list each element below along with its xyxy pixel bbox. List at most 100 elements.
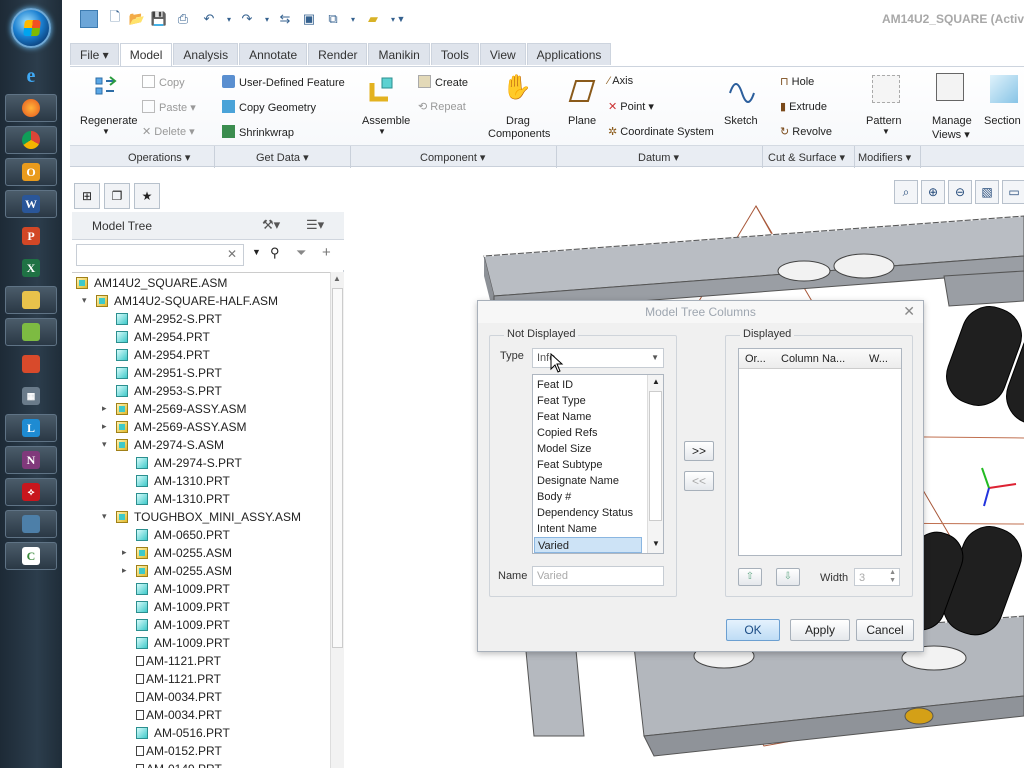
- tree-item[interactable]: ▸ AM-2569-ASSY.ASM: [102, 400, 247, 418]
- tree-item[interactable]: AM-0034.PRT: [136, 688, 222, 706]
- assemble-button[interactable]: Assemble ▼: [356, 71, 412, 141]
- lync-taskbar-icon[interactable]: L: [5, 414, 57, 442]
- name-input[interactable]: Varied: [532, 566, 664, 586]
- tree-settings-icon[interactable]: ⚒▾: [262, 217, 280, 233]
- calculator-taskbar-icon[interactable]: ▦: [5, 382, 57, 410]
- pattern-button[interactable]: Pattern ▼: [866, 71, 910, 141]
- tree-item[interactable]: ▾ AM14U2-SQUARE-HALF.ASM: [82, 292, 278, 310]
- delete-button[interactable]: ✕ Delete ▾: [142, 125, 195, 138]
- expand-arrow-icon[interactable]: ▾: [102, 511, 107, 522]
- group-datum[interactable]: Datum ▾: [638, 151, 679, 164]
- tab-tools[interactable]: Tools: [430, 43, 479, 65]
- onenote-taskbar-icon[interactable]: N: [5, 446, 57, 474]
- section-button[interactable]: Section: [982, 71, 1024, 141]
- regenerate-button[interactable]: Regenerate ▼: [76, 71, 138, 141]
- tree-item[interactable]: AM-1009.PRT: [136, 580, 230, 598]
- move-down-icon[interactable]: ⇩: [776, 568, 800, 586]
- redo-icon[interactable]: ↷: [238, 10, 256, 28]
- hole-button[interactable]: ⊓ Hole: [780, 75, 814, 88]
- tree-item[interactable]: AM-0149.PRT: [136, 760, 222, 768]
- list-scrollbar[interactable]: ▲ ▼: [647, 375, 663, 553]
- tree-search-input[interactable]: ✕: [76, 244, 244, 266]
- paste-button[interactable]: Paste ▾: [142, 100, 196, 114]
- tree-item[interactable]: AM-1009.PRT: [136, 616, 230, 634]
- displayed-columns-table[interactable]: Or... Column Na... W...: [738, 348, 902, 556]
- tab-manikin[interactable]: Manikin: [368, 43, 430, 65]
- expand-arrow-icon[interactable]: ▾: [102, 439, 107, 450]
- tree-item[interactable]: AM-2951-S.PRT: [116, 364, 222, 382]
- windows-dropdown-icon[interactable]: ▾: [344, 10, 362, 28]
- tree-item[interactable]: AM-0650.PRT: [136, 526, 230, 544]
- tab-model[interactable]: Model: [119, 43, 173, 67]
- new-icon[interactable]: 🗋: [106, 9, 124, 28]
- tab-applications[interactable]: Applications: [526, 43, 612, 65]
- tree-item[interactable]: AM-1009.PRT: [136, 598, 230, 616]
- tree-item[interactable]: AM-1121.PRT: [136, 670, 221, 688]
- column-header-name[interactable]: Column Na...: [781, 353, 845, 365]
- tree-item[interactable]: ▾ TOUGHBOX_MINI_ASSY.ASM: [102, 508, 301, 526]
- extrude-button[interactable]: ▮ Extrude: [780, 100, 827, 113]
- collapse-arrow-icon[interactable]: ▸: [102, 421, 107, 432]
- tab-file[interactable]: File ▾: [70, 43, 119, 65]
- undo-dropdown-icon[interactable]: ▾: [220, 10, 238, 28]
- tree-item[interactable]: AM-2954.PRT: [116, 328, 210, 346]
- collapse-arrow-icon[interactable]: ▸: [102, 403, 107, 414]
- chrome-taskbar-icon[interactable]: [5, 126, 57, 154]
- group-modifiers[interactable]: Modifiers ▾: [858, 151, 911, 164]
- tab-analysis[interactable]: Analysis: [173, 43, 239, 65]
- scroll-up-icon[interactable]: ▲: [333, 274, 341, 283]
- width-spinner-icon[interactable]: ▲ ▼: [889, 569, 896, 585]
- ok-button[interactable]: OK: [726, 619, 780, 641]
- column-header-order[interactable]: Or...: [745, 353, 766, 365]
- column-option[interactable]: Feat Name: [537, 409, 591, 425]
- list-scroll-down-icon[interactable]: ▼: [652, 539, 660, 548]
- list-scroll-thumb[interactable]: [649, 391, 662, 521]
- powerpoint-taskbar-icon[interactable]: P: [5, 222, 57, 250]
- open-icon[interactable]: 📂: [128, 10, 146, 28]
- tree-item[interactable]: AM-1009.PRT: [136, 634, 230, 652]
- tree-item[interactable]: AM-1310.PRT: [136, 490, 230, 508]
- group-get-data[interactable]: Get Data ▾: [256, 151, 309, 164]
- binoculars-icon[interactable]: ⚲: [270, 245, 280, 261]
- tree-item[interactable]: AM-2954.PRT: [116, 346, 210, 364]
- column-option[interactable]: Model Size: [537, 441, 591, 457]
- column-header-width[interactable]: W...: [869, 353, 888, 365]
- tree-item[interactable]: AM-0152.PRT: [136, 742, 222, 760]
- copy-geometry-button[interactable]: Copy Geometry: [222, 100, 316, 114]
- tree-item[interactable]: AM-0516.PRT: [136, 724, 230, 742]
- explorer-taskbar-icon[interactable]: [5, 286, 57, 314]
- excel-taskbar-icon[interactable]: X: [5, 254, 57, 282]
- clear-search-icon[interactable]: ✕: [227, 247, 237, 261]
- column-option[interactable]: Copied Refs: [537, 425, 598, 441]
- expand-arrow-icon[interactable]: ▾: [82, 295, 87, 306]
- collapse-arrow-icon[interactable]: ▸: [122, 565, 127, 576]
- app-logo-icon[interactable]: [80, 10, 98, 28]
- model-tree-tab-icon[interactable]: ⊞: [74, 183, 100, 209]
- group-component[interactable]: Component ▾: [420, 151, 485, 164]
- column-option[interactable]: Feat ID: [537, 377, 573, 393]
- shrinkwrap-button[interactable]: Shrinkwrap: [222, 125, 294, 139]
- tree-item[interactable]: AM-0034.PRT: [136, 706, 222, 724]
- drag-components-button[interactable]: ✋ Drag Components: [480, 71, 552, 141]
- column-option[interactable]: Feat Subtype: [537, 457, 602, 473]
- tree-item[interactable]: ▸ AM-0255.ASM: [122, 544, 232, 562]
- repeat-button[interactable]: ⟲ Repeat: [418, 100, 466, 113]
- add-column-button[interactable]: >>: [684, 441, 714, 461]
- tree-columns-icon[interactable]: ☰▾: [306, 217, 324, 233]
- favorites-tab-icon[interactable]: ★: [134, 183, 160, 209]
- column-option[interactable]: Designate Name: [537, 473, 619, 489]
- word-taskbar-icon[interactable]: W: [5, 190, 57, 218]
- sketch-button[interactable]: Sketch: [720, 71, 764, 141]
- tree-item[interactable]: ▸ AM-2569-ASSY.ASM: [102, 418, 247, 436]
- start-button[interactable]: [11, 8, 51, 48]
- redo-dropdown-icon[interactable]: ▾: [258, 10, 276, 28]
- print-icon[interactable]: ⎙: [174, 10, 192, 28]
- coordinate-system-button[interactable]: ✲ Coordinate System: [608, 125, 714, 138]
- close-icon[interactable]: ✕: [903, 303, 915, 320]
- group-operations[interactable]: Operations ▾: [128, 151, 190, 164]
- windows-icon[interactable]: ▣: [300, 10, 318, 28]
- tree-item[interactable]: AM-2952-S.PRT: [116, 310, 222, 328]
- close-window-icon[interactable]: ⧉: [324, 10, 342, 28]
- tree-item[interactable]: AM-2953-S.PRT: [116, 382, 222, 400]
- group-cut-surface[interactable]: Cut & Surface ▾: [768, 151, 845, 164]
